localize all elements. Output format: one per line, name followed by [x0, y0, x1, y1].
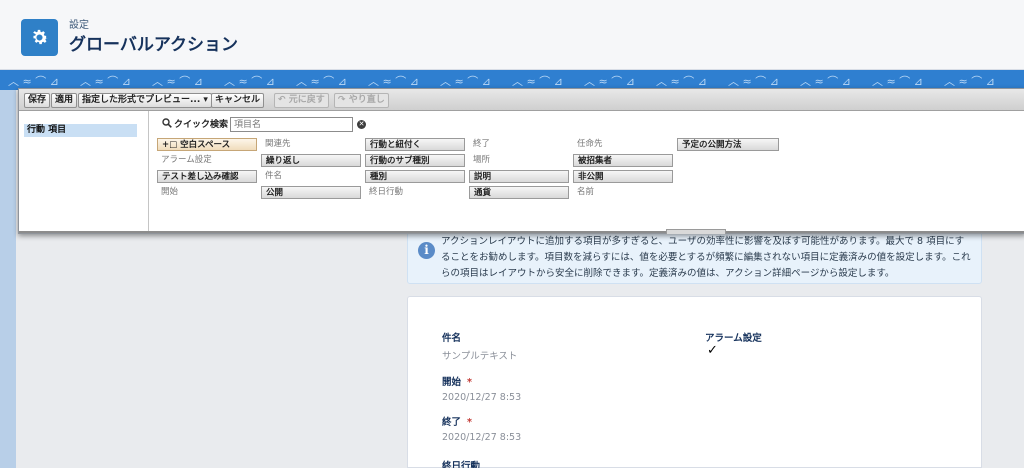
- field-start[interactable]: 開始 * 2020/12/27 8:53: [442, 374, 521, 403]
- palette-blank-space[interactable]: +□ 空白スペース: [157, 138, 257, 151]
- field-alarm-label: アラーム設定: [705, 333, 762, 344]
- field-allday[interactable]: 終日行動: [442, 458, 480, 468]
- clear-search-icon[interactable]: ✕: [357, 120, 366, 129]
- save-button[interactable]: 保存: [24, 93, 51, 108]
- palette-resize-bar[interactable]: [19, 231, 1024, 233]
- palette-field-grid: +□ 空白スペース 関連先 行動と紐付く 終了 任命先 予定の公開方法 アラーム…: [157, 138, 1024, 200]
- palette-field[interactable]: 通貨: [469, 186, 569, 199]
- field-palette: 保存 適用 指定した形式でプレビュー... ▾ キャンセル ↶ 元に戻す ↷ や…: [18, 88, 1024, 234]
- field-start-label: 開始: [442, 377, 462, 388]
- palette-field[interactable]: 公開: [261, 186, 361, 199]
- palette-field[interactable]: 行動のサブ種別: [365, 154, 465, 167]
- palette-field[interactable]: 種別: [365, 170, 465, 183]
- info-text-line-3: らの項目はレイアウトから安全に削除できます。定義済みの値は、アクション詳細ページ…: [441, 268, 895, 279]
- breadcrumb[interactable]: 設定: [69, 16, 89, 31]
- page-header: 設定 グローバルアクション: [0, 0, 1024, 70]
- palette-field[interactable]: 予定の公開方法: [677, 138, 779, 151]
- redo-icon: ↷: [338, 95, 349, 105]
- field-end[interactable]: 終了 * 2020/12/27 8:53: [442, 414, 521, 443]
- cancel-button[interactable]: キャンセル: [211, 93, 265, 108]
- decorative-banner: ︿ ≈ ⌒ ⊿ ︿ ≈ ⌒ ⊿ ︿ ≈ ⌒ ⊿ ︿ ≈ ⌒ ⊿ ︿ ≈ ⌒ ⊿ ︿ ≈ ⌒…: [0, 70, 1024, 90]
- info-text-line-2: ることをお勧めします。項目数を減らすには、値を必要とするが頻繁に編集されない項目…: [441, 252, 971, 263]
- palette-toolbar: 保存 適用 指定した形式でプレビュー... ▾ キャンセル ↶ 元に戻す ↷ や…: [19, 89, 1024, 111]
- undo-icon: ↶: [278, 95, 289, 105]
- palette-field[interactable]: 場所: [469, 154, 569, 167]
- palette-field[interactable]: 関連先: [261, 138, 361, 151]
- undo-button[interactable]: ↶ 元に戻す: [274, 93, 329, 108]
- palette-field[interactable]: 説明: [469, 170, 569, 183]
- palette-field[interactable]: 非公開: [573, 170, 673, 183]
- palette-field[interactable]: 名前: [573, 186, 673, 199]
- palette-field[interactable]: 終日行動: [365, 186, 465, 199]
- field-end-value: 2020/12/27 8:53: [442, 432, 522, 443]
- field-allday-label: 終日行動: [442, 461, 481, 468]
- palette-field[interactable]: 行動と紐付く: [365, 138, 465, 151]
- apply-button[interactable]: 適用: [51, 93, 78, 108]
- field-subject-value: サンプルテキスト: [442, 351, 518, 362]
- palette-field[interactable]: テスト差し込み確認: [157, 170, 257, 183]
- field-end-label: 終了: [442, 417, 462, 428]
- gear-icon: [33, 29, 48, 45]
- palette-field[interactable]: 開始: [157, 186, 257, 199]
- required-mark: *: [467, 377, 472, 388]
- search-icon: [162, 118, 172, 128]
- palette-field[interactable]: 被招集者: [573, 154, 673, 167]
- preview-dropdown-button[interactable]: 指定した形式でプレビュー... ▾: [78, 93, 212, 108]
- setup-app-icon: [21, 19, 58, 56]
- sidebar-item-event-fields[interactable]: 行動 項目: [24, 124, 137, 137]
- required-mark: *: [467, 417, 472, 428]
- palette-collapse-handle[interactable]: [666, 229, 726, 234]
- info-icon: i: [418, 242, 435, 259]
- info-text-line-1: アクションレイアウトに追加する項目が多すぎると、ユーザの効率性に影響を及ぼす可能…: [441, 236, 965, 247]
- palette-field[interactable]: アラーム設定: [157, 154, 257, 167]
- palette-field[interactable]: 終了: [469, 138, 569, 151]
- page-title: グローバルアクション: [69, 35, 238, 55]
- palette-sidebar: 行動 項目: [19, 111, 149, 233]
- field-start-value: 2020/12/27 8:53: [442, 392, 522, 403]
- quick-search-label: クイック検索: [174, 120, 229, 130]
- field-alarm[interactable]: アラーム設定: [705, 330, 762, 344]
- palette-field[interactable]: 任命先: [573, 138, 673, 151]
- palette-field[interactable]: 繰り返し: [261, 154, 361, 167]
- field-subject[interactable]: 件名 サンプルテキスト: [442, 330, 517, 362]
- redo-button[interactable]: ↷ やり直し: [334, 93, 389, 108]
- alarm-checkmark-icon: ✓: [707, 343, 718, 358]
- quick-search-input[interactable]: [230, 117, 353, 132]
- info-message-text: アクションレイアウトに追加する項目が多すぎると、ユーザの効率性に影響を及ぼす可能…: [441, 234, 977, 282]
- field-subject-label: 件名: [442, 333, 462, 344]
- palette-field[interactable]: 件名: [261, 170, 361, 183]
